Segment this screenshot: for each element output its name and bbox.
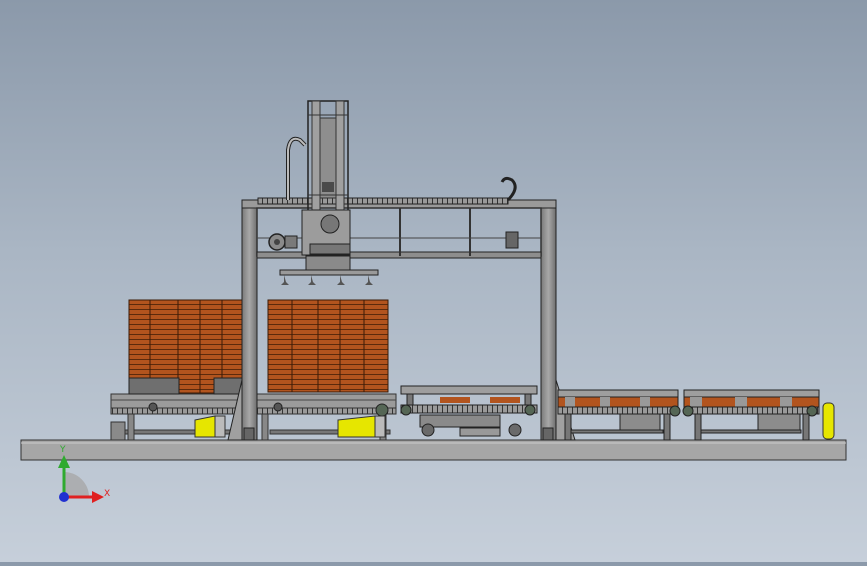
x-axis-label: X bbox=[104, 489, 110, 499]
top-cable-chain bbox=[257, 136, 517, 205]
gripper-head bbox=[279, 255, 379, 285]
pallet-stack-center bbox=[267, 299, 389, 393]
transfer-conveyor bbox=[400, 385, 538, 437]
outfeed-conveyor-2 bbox=[682, 389, 820, 441]
base-plate bbox=[20, 439, 847, 461]
vertical-lift-column bbox=[301, 100, 351, 256]
z-axis-icon bbox=[59, 492, 69, 502]
pallet-stack-left bbox=[128, 299, 243, 395]
triad-plane-icon bbox=[64, 472, 89, 497]
outfeed-conveyor-1 bbox=[557, 389, 681, 441]
cad-viewport[interactable]: Y X bbox=[0, 0, 867, 562]
y-axis-label: Y bbox=[59, 445, 66, 455]
